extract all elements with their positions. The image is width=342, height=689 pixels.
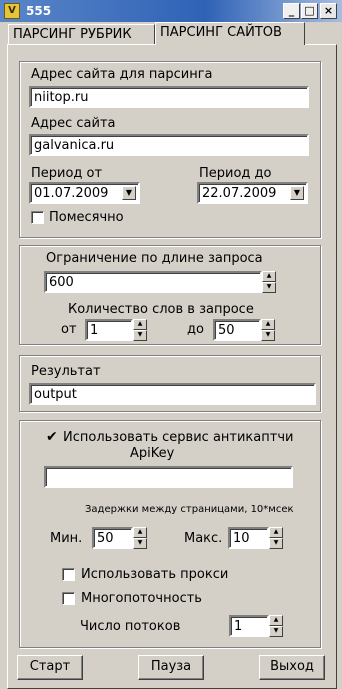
apikey-input[interactable] <box>44 466 293 488</box>
period-from-value: 01.07.2009 <box>34 186 109 201</box>
spin-up-icon[interactable]: ▲ <box>269 527 283 538</box>
multithread-label: Многопоточность <box>81 591 202 606</box>
pause-button[interactable]: Пауза <box>138 655 204 680</box>
words-from-spinner[interactable]: ▲ ▼ <box>133 319 147 341</box>
min-delay-input[interactable]: 50 <box>92 527 133 549</box>
period-to-combo[interactable]: 22.07.2009 ▼ <box>197 182 308 204</box>
spin-down-icon[interactable]: ▼ <box>133 538 147 549</box>
proxy-label: Использовать прокси <box>81 567 229 582</box>
title-bar[interactable]: V 555 _ □ × <box>0 0 342 22</box>
app-icon: V <box>4 3 20 19</box>
result-label: Результат <box>31 364 101 379</box>
apikey-label: ApiKey <box>130 446 175 461</box>
words-to-label: до <box>187 322 204 337</box>
words-label: Количество слов в запросе <box>68 302 254 317</box>
threads-label: Число потоков <box>80 619 181 634</box>
spin-up-icon[interactable]: ▲ <box>269 615 283 626</box>
period-from-label: Период от <box>31 166 103 181</box>
monthly-label: Помесячно <box>49 210 124 225</box>
tab-parsing-rubrics[interactable]: ПАРСИНГ РУБРИК <box>8 24 155 44</box>
anticaptcha-checkbox[interactable]: ✔ <box>46 430 58 444</box>
spin-down-icon[interactable]: ▼ <box>133 330 147 341</box>
words-from-label: от <box>61 322 77 337</box>
site-parse-label: Адрес сайта для парсинга <box>31 67 213 82</box>
max-delay-input[interactable]: 10 <box>228 527 269 549</box>
spin-down-icon[interactable]: ▼ <box>262 282 276 293</box>
tab-parsing-sites[interactable]: ПАРСИНГ САЙТОВ <box>155 22 305 45</box>
threads-input[interactable]: 1 <box>229 615 269 637</box>
minimize-button[interactable]: _ <box>283 3 300 19</box>
spin-up-icon[interactable]: ▲ <box>133 319 147 330</box>
proxy-checkbox[interactable] <box>62 568 75 581</box>
period-to-label: Период до <box>199 166 272 181</box>
multithread-checkbox[interactable] <box>62 592 75 605</box>
anticaptcha-label: Использовать сервис антикаптчи <box>63 430 294 445</box>
limit-label: Ограничение по длине запроса <box>46 251 263 266</box>
spin-down-icon[interactable]: ▼ <box>269 626 283 637</box>
spin-down-icon[interactable]: ▼ <box>261 330 275 341</box>
limit-input[interactable]: 600 <box>44 271 262 293</box>
words-to-input[interactable]: 50 <box>213 319 261 341</box>
site-input[interactable]: galvanica.ru <box>29 134 309 156</box>
max-delay-spinner[interactable]: ▲ ▼ <box>269 527 283 549</box>
chevron-down-icon[interactable]: ▼ <box>122 186 136 200</box>
spin-down-icon[interactable]: ▼ <box>269 538 283 549</box>
spin-up-icon[interactable]: ▲ <box>133 527 147 538</box>
delays-label: Задержки между страницами, 10*мсек <box>85 504 294 515</box>
words-to-spinner[interactable]: ▲ ▼ <box>261 319 275 341</box>
max-label: Макс. <box>184 531 223 546</box>
maximize-button[interactable]: □ <box>301 3 318 19</box>
min-delay-spinner[interactable]: ▲ ▼ <box>133 527 147 549</box>
window-title: 555 <box>26 4 52 18</box>
monthly-checkbox[interactable] <box>31 211 44 224</box>
exit-button[interactable]: Выход <box>259 655 325 680</box>
period-to-value: 22.07.2009 <box>202 186 277 201</box>
start-button[interactable]: Старт <box>17 655 83 680</box>
close-button[interactable]: × <box>320 3 337 19</box>
min-label: Мин. <box>50 531 83 546</box>
spin-up-icon[interactable]: ▲ <box>262 271 276 282</box>
spin-up-icon[interactable]: ▲ <box>261 319 275 330</box>
site-parse-input[interactable]: niitop.ru <box>29 86 309 108</box>
result-input[interactable]: output <box>29 383 316 405</box>
period-from-combo[interactable]: 01.07.2009 ▼ <box>29 182 140 204</box>
site-label: Адрес сайта <box>31 116 116 131</box>
words-from-input[interactable]: 1 <box>85 319 133 341</box>
limit-spinner[interactable]: ▲ ▼ <box>262 271 276 293</box>
threads-spinner[interactable]: ▲ ▼ <box>269 615 283 637</box>
chevron-down-icon[interactable]: ▼ <box>290 186 304 200</box>
